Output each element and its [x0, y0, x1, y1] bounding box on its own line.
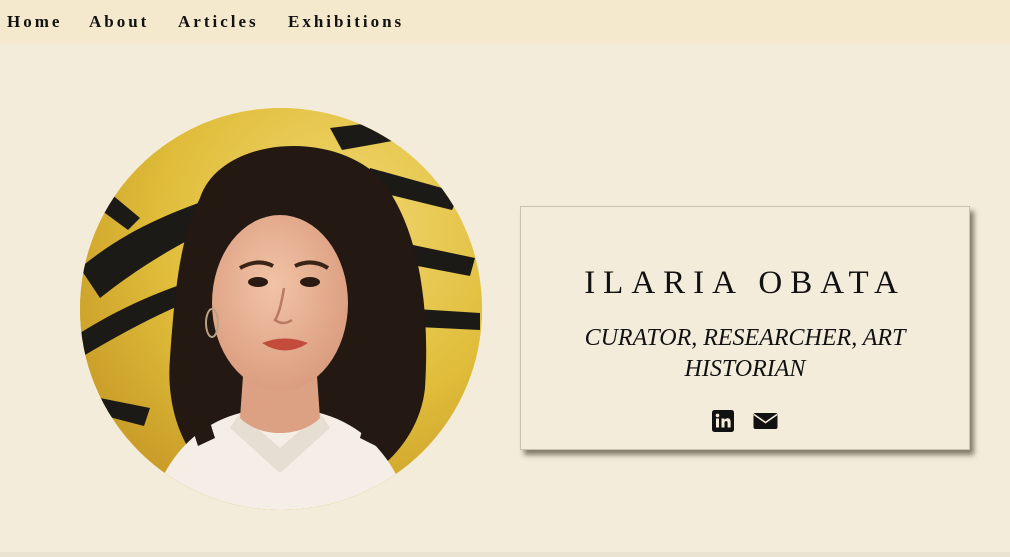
profile-name: ILARIA OBATA [584, 265, 906, 301]
nav-home-link[interactable]: Home [7, 12, 62, 32]
profile-photo [80, 108, 482, 510]
top-navigation: Home About Articles Exhibitions [0, 0, 1010, 44]
profile-card: ILARIA OBATA CURATOR, RESEARCHER, ART HI… [520, 206, 970, 450]
profile-photo-illustration [80, 108, 482, 510]
profile-subtitle: CURATOR, RESEARCHER, ART HISTORIAN [584, 325, 906, 382]
nav-articles-link[interactable]: Articles [178, 12, 259, 32]
nav-about-link[interactable]: About [89, 12, 149, 32]
page-bottom-divider [0, 552, 1010, 557]
envelope-icon[interactable] [753, 410, 778, 436]
nav-exhibitions-link[interactable]: Exhibitions [288, 12, 404, 32]
social-links [521, 410, 969, 434]
linkedin-icon[interactable] [711, 410, 734, 436]
